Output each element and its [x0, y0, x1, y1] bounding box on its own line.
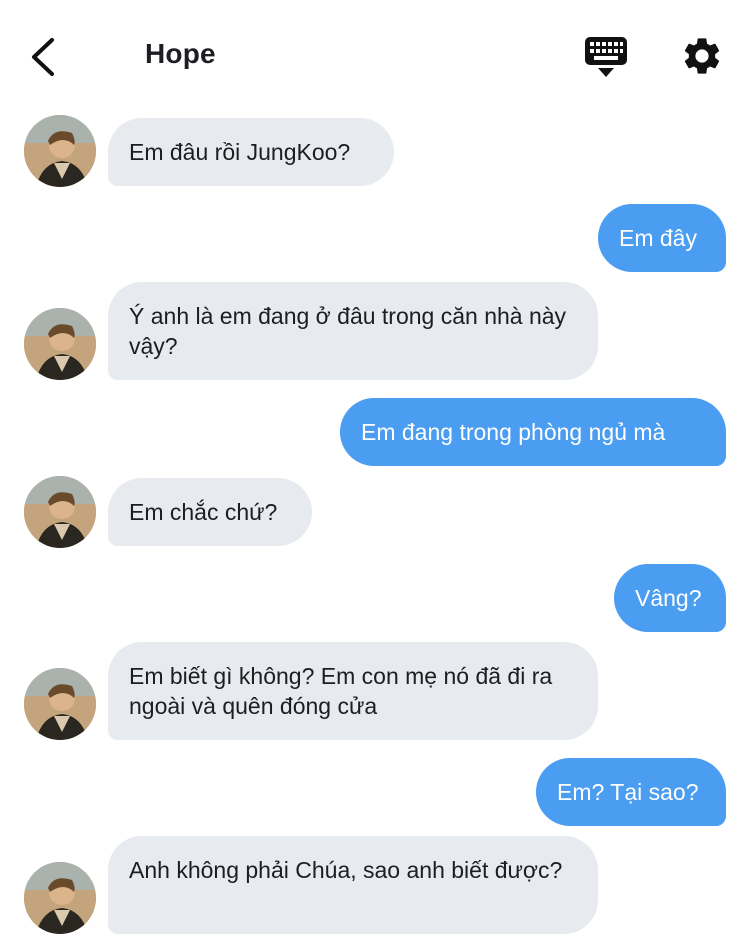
contact-photo-icon — [24, 308, 96, 380]
incoming-message: Anh không phải Chúa, sao anh biết được? — [108, 836, 598, 934]
contact-photo-icon — [24, 668, 96, 740]
incoming-message: Em biết gì không? Em con mẹ nó đã đi ra … — [108, 642, 598, 740]
contact-photo-icon — [24, 115, 96, 187]
incoming-message: Ý anh là em đang ở đâu trong căn nhà này… — [108, 282, 598, 380]
avatar[interactable] — [24, 668, 96, 740]
contact-photo-icon — [24, 476, 96, 548]
avatar[interactable] — [24, 476, 96, 548]
avatar[interactable] — [24, 308, 96, 380]
contact-photo-icon — [24, 862, 96, 934]
outgoing-message: Em đang trong phòng ngủ mà — [340, 398, 726, 466]
outgoing-message: Em? Tại sao? — [536, 758, 726, 826]
incoming-message: Em đâu rồi JungKoo? — [108, 118, 394, 186]
incoming-message: Em chắc chứ? — [108, 478, 312, 546]
outgoing-message: Em đây — [598, 204, 726, 272]
avatar[interactable] — [24, 862, 96, 934]
avatar[interactable] — [24, 115, 96, 187]
message-list: Em đâu rồi JungKoo? Em đây Ý anh là em đ… — [0, 0, 750, 941]
outgoing-message: Vâng? — [614, 564, 726, 632]
